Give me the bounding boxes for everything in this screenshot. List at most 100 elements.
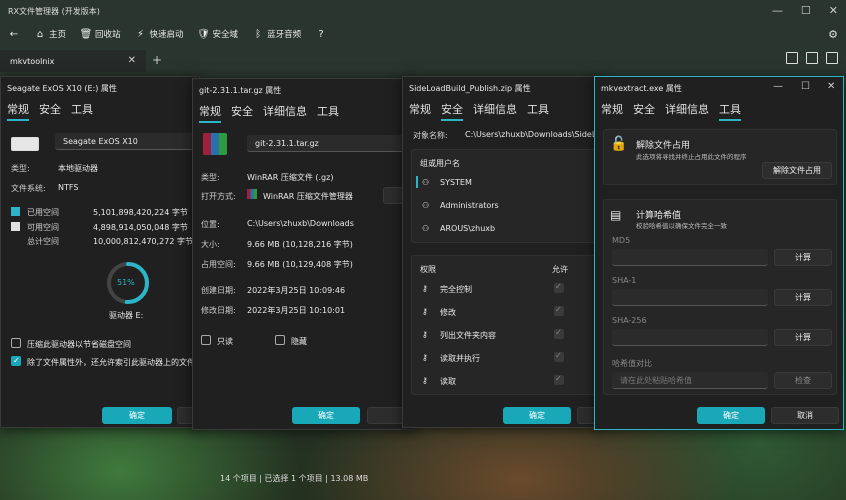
quick-start-icon: ⚡ [137, 28, 145, 40]
tab-general[interactable]: 常规 [601, 101, 623, 121]
home-button[interactable]: ⌂ 主页 [34, 28, 67, 41]
index-checkbox[interactable] [11, 356, 21, 366]
type-label: 类型: [201, 173, 220, 182]
used-space-swatch [11, 207, 20, 216]
allow-checkbox[interactable] [554, 351, 564, 362]
tab-label: mkvtoolnix [10, 56, 55, 66]
minimize-icon[interactable]: — [772, 4, 783, 17]
drive-icon [11, 137, 39, 151]
tab-details[interactable]: 详细信息 [263, 103, 307, 123]
tab-close-icon[interactable]: ✕ [128, 55, 136, 66]
dialog-tabs: 常规 安全 详细信息 工具 [409, 101, 549, 121]
window-controls: — ☐ ✕ [772, 4, 838, 17]
usage-percent: 51% [117, 278, 135, 287]
allow-checkbox[interactable] [554, 328, 564, 339]
tab-tools[interactable]: 工具 [719, 101, 741, 121]
check-button[interactable]: 检查 [774, 372, 832, 389]
home-label: 主页 [49, 30, 67, 40]
allow-checkbox[interactable] [554, 374, 564, 385]
type-value: 本地驱动器 [58, 164, 98, 173]
compare-field[interactable]: 请在此处粘贴哈希值 [612, 372, 768, 389]
sha256-calc-button[interactable]: 计算 [774, 329, 832, 346]
tab-general[interactable]: 常规 [199, 103, 221, 123]
tab-security[interactable]: 安全 [39, 101, 61, 121]
hidden-label: 隐藏 [291, 337, 307, 346]
help-button[interactable]: ? [315, 28, 327, 40]
dialog-tabs: 常规 安全 详细信息 工具 [199, 103, 339, 123]
maximize-icon[interactable]: ☐ [801, 4, 811, 17]
sha256-field[interactable] [612, 329, 768, 346]
free-label: 可用空间 [27, 223, 59, 232]
cancel-button[interactable]: 取消 [771, 407, 839, 424]
tab-mkvtoolnix[interactable]: mkvtoolnix ✕ [0, 50, 146, 72]
modified-label: 修改日期: [201, 306, 236, 315]
user-item[interactable]: Administrators [440, 201, 499, 210]
sha256-label: SHA-256 [612, 316, 647, 325]
permission-item: 修改 [440, 308, 456, 317]
md5-field[interactable] [612, 249, 768, 266]
help-icon: ? [318, 28, 324, 40]
total-label: 总计空间 [27, 237, 59, 246]
filename-field[interactable]: git-2.31.1.tar.gz [247, 135, 411, 152]
dialog-title: git-2.31.1.tar.gz 属性 [199, 86, 282, 95]
winrar-icon [203, 133, 227, 155]
md5-calc-button[interactable]: 计算 [774, 249, 832, 266]
tab-general[interactable]: 常规 [7, 101, 29, 121]
quick-start-button[interactable]: ⚡ 快速启动 [135, 28, 184, 41]
created-value: 2022年3月25日 10:09:46 [247, 286, 346, 295]
tab-security[interactable]: 安全 [441, 101, 463, 121]
sha1-field[interactable] [612, 289, 768, 306]
permission-item: 读取并执行 [440, 354, 480, 363]
fs-label: 文件系统: [11, 184, 46, 193]
bluetooth-button[interactable]: ᛒ 蓝牙音频 [252, 28, 301, 41]
close-icon[interactable]: ✕ [829, 4, 838, 17]
tab-tools[interactable]: 工具 [527, 101, 549, 121]
tab-security[interactable]: 安全 [231, 103, 253, 123]
compress-checkbox[interactable] [11, 338, 21, 348]
ok-button[interactable]: 确定 [697, 407, 765, 424]
allow-checkbox[interactable] [554, 282, 564, 293]
view-tiles-icon[interactable] [806, 52, 818, 64]
back-icon: ← [9, 28, 19, 40]
key-icon: ⚷ [422, 284, 428, 293]
permission-item: 读取 [440, 377, 456, 386]
drive-name-field[interactable]: Seagate ExOS X10 [55, 133, 195, 150]
ok-button[interactable]: 确定 [503, 407, 571, 424]
minimize-icon[interactable]: — [773, 81, 783, 92]
new-tab-icon[interactable]: + [152, 53, 162, 67]
user-item[interactable]: AROUS\zhuxb [440, 224, 495, 233]
ok-button[interactable]: 确定 [292, 407, 360, 424]
security-button[interactable]: 🛡 安全域 [197, 28, 238, 41]
toolbar: ← ⌂ 主页 🗑 回收站 ⚡ 快速启动 🛡 安全域 ᛒ 蓝牙音频 ? [0, 22, 846, 46]
sha1-calc-button[interactable]: 计算 [774, 289, 832, 306]
index-label: 除了文件属性外，还允许索引此驱动器上的文件 [27, 358, 195, 367]
hidden-checkbox[interactable] [275, 335, 285, 345]
tab-security[interactable]: 安全 [633, 101, 655, 121]
ok-button[interactable]: 确定 [102, 407, 172, 424]
view-mode-icons [786, 52, 838, 64]
readonly-checkbox[interactable] [201, 335, 211, 345]
allow-checkbox[interactable] [554, 305, 564, 316]
user-item[interactable]: SYSTEM [440, 178, 472, 187]
view-grid-icon[interactable] [826, 52, 838, 64]
recycle-label: 回收站 [95, 30, 121, 40]
tab-details[interactable]: 详细信息 [665, 101, 709, 121]
location-value: C:\Users\zhuxb\Downloads [247, 219, 354, 228]
selected-indicator [416, 176, 418, 188]
back-button[interactable]: ← [8, 28, 20, 40]
permission-item: 完全控制 [440, 285, 472, 294]
tab-general[interactable]: 常规 [409, 101, 431, 121]
close-icon[interactable]: ✕ [827, 81, 835, 92]
size-value: 9.66 MB (10,128,216 字节) [247, 240, 353, 249]
file-properties-dialog: git-2.31.1.tar.gz 属性 常规 安全 详细信息 工具 git-2… [192, 78, 414, 430]
recycle-button[interactable]: 🗑 回收站 [80, 28, 121, 41]
free-space-swatch [11, 222, 20, 231]
tab-tools[interactable]: 工具 [317, 103, 339, 123]
unlock-button[interactable]: 解除文件占用 [762, 162, 832, 179]
settings-icon[interactable]: ⚙ [828, 28, 838, 41]
key-icon: ⚷ [422, 353, 428, 362]
tab-details[interactable]: 详细信息 [473, 101, 517, 121]
maximize-icon[interactable]: ☐ [801, 81, 810, 92]
tab-tools[interactable]: 工具 [71, 101, 93, 121]
view-detail-icon[interactable] [786, 52, 798, 64]
